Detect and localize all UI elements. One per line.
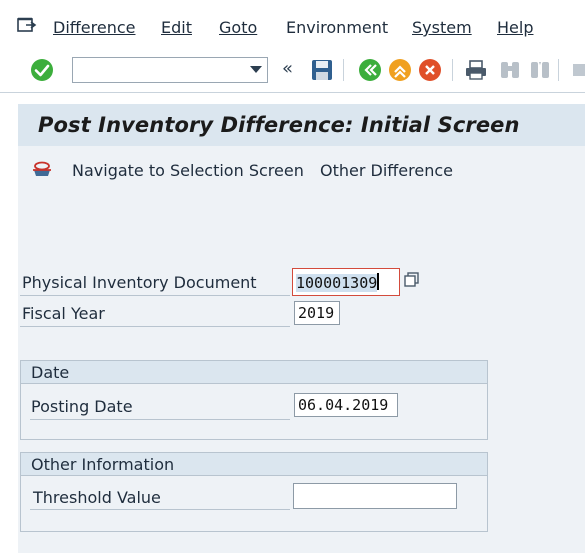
threshold-value-input[interactable] [293, 483, 457, 509]
command-field[interactable] [72, 57, 268, 83]
label-underline [30, 509, 290, 510]
page-title: Post Inventory Difference: Initial Scree… [38, 113, 520, 137]
toolbar-separator [343, 59, 344, 81]
menu-difference[interactable]: Difference [53, 18, 135, 37]
threshold-value-label: Threshold Value [33, 488, 161, 507]
collapse-icon[interactable]: « [282, 58, 293, 79]
date-group-header: Date [21, 361, 487, 384]
menu-bar: Difference Edit Goto Environment System … [0, 0, 585, 52]
menu-system[interactable]: System [412, 18, 472, 37]
toolbar-separator [452, 59, 453, 81]
menu-edit[interactable]: Edit [161, 18, 192, 37]
cancel-icon[interactable] [418, 58, 442, 82]
enter-check-icon[interactable] [30, 58, 54, 82]
fiscal-year-label: Fiscal Year [22, 304, 105, 323]
find-next-icon[interactable] [528, 58, 552, 82]
application-toolbar: Navigate to Selection Screen Other Diffe… [18, 146, 585, 194]
save-icon[interactable] [310, 58, 334, 82]
label-underline [20, 295, 290, 296]
other-difference-button[interactable]: Other Difference [320, 161, 453, 180]
navigate-selection-button[interactable]: Navigate to Selection Screen [72, 161, 304, 180]
dropdown-arrow-icon[interactable] [250, 66, 262, 73]
label-underline [30, 419, 290, 420]
other-info-group-header: Other Information [21, 453, 487, 476]
menu-goto[interactable]: Goto [219, 18, 257, 37]
menu-help[interactable]: Help [497, 18, 533, 37]
posting-date-input[interactable]: 06.04.2019 [294, 393, 398, 417]
print-icon[interactable] [464, 58, 488, 82]
menu-environment[interactable]: Environment [286, 18, 388, 37]
menu-icon[interactable] [17, 16, 37, 34]
toolbar-separator [558, 59, 559, 81]
multiple-selection-icon[interactable] [403, 271, 421, 289]
physinv-doc-input[interactable]: 100001309 [292, 268, 400, 296]
label-underline [20, 326, 290, 327]
fiscal-year-input[interactable]: 2019 [294, 301, 340, 325]
physinv-doc-label: Physical Inventory Document [22, 273, 257, 292]
exit-icon[interactable] [388, 58, 412, 82]
posting-date-label: Posting Date [31, 397, 133, 416]
title-bar: Post Inventory Difference: Initial Scree… [18, 104, 585, 146]
find-icon[interactable] [498, 58, 522, 82]
first-page-icon[interactable] [570, 58, 585, 82]
back-icon[interactable] [358, 58, 382, 82]
selection-screen-icon[interactable] [32, 160, 52, 178]
